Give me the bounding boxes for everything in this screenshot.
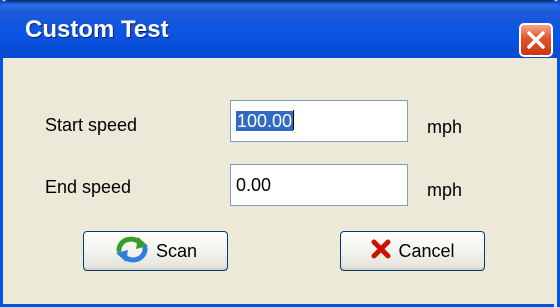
- close-icon: [527, 31, 545, 49]
- scan-button[interactable]: Scan: [83, 231, 228, 271]
- custom-test-dialog: Custom Test Start speed 100.00 mph End s…: [0, 0, 560, 307]
- start-speed-unit: mph: [427, 117, 463, 137]
- close-button[interactable]: [519, 23, 553, 57]
- end-speed-label: End speed: [45, 177, 132, 197]
- cancel-button[interactable]: Cancel: [340, 231, 485, 271]
- start-speed-label: Start speed: [45, 115, 138, 135]
- start-speed-input[interactable]: 100.00: [230, 100, 408, 142]
- title-bar[interactable]: Custom Test: [0, 0, 560, 58]
- scan-button-label: Scan: [155, 240, 198, 261]
- end-speed-input[interactable]: 0.00: [230, 164, 408, 206]
- end-speed-value: 0.00: [236, 175, 272, 195]
- start-speed-value: 100.00: [236, 111, 294, 131]
- window-title: Custom Test: [25, 16, 169, 43]
- cancel-button-label: Cancel: [398, 240, 455, 261]
- red-x-icon: [370, 238, 392, 265]
- refresh-arrows-icon: [114, 235, 150, 268]
- end-speed-unit: mph: [427, 180, 463, 200]
